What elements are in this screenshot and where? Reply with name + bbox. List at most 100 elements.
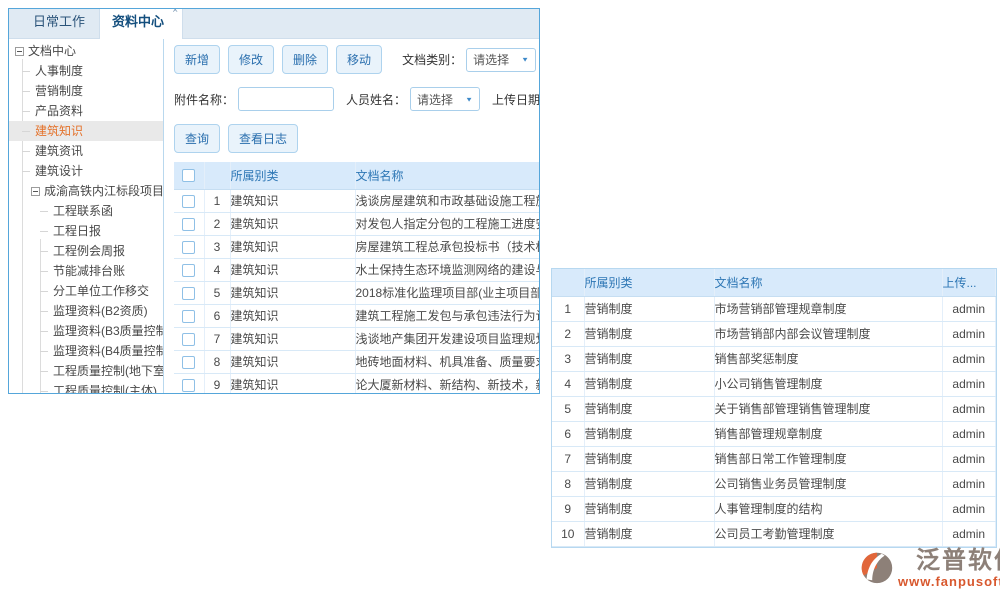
- table-row[interactable]: 3 营销制度 销售部奖惩制度 admin: [552, 346, 996, 371]
- row-checkbox[interactable]: [182, 218, 195, 231]
- attachment-name-input[interactable]: [238, 87, 334, 111]
- row-category: 建筑知识: [230, 235, 355, 258]
- header-checkbox-cell: [174, 162, 204, 189]
- row-checkbox[interactable]: [182, 356, 195, 369]
- tree-item[interactable]: 建筑资讯: [9, 141, 163, 161]
- chevron-down-icon: ▼: [465, 95, 473, 102]
- table-row[interactable]: 2 建筑知识 对发包人指定分包的工程施工进度安排...: [174, 212, 539, 235]
- row-uploader: admin: [942, 346, 996, 371]
- table-row[interactable]: 3 建筑知识 房屋建筑工程总承包投标书（技术标）...: [174, 235, 539, 258]
- row-checkbox-cell: [174, 258, 204, 281]
- tree-item[interactable]: 工程质量控制(地下室): [9, 361, 163, 381]
- tree-item[interactable]: 监理资料(B4质量控制): [9, 341, 163, 361]
- table-row[interactable]: 2 营销制度 市场营销部内部会议管理制度 admin: [552, 321, 996, 346]
- logo-url[interactable]: www.fanpusoft.com: [898, 574, 1000, 589]
- row-doc-name: 对发包人指定分包的工程施工进度安排...: [355, 212, 539, 235]
- doc-category-select[interactable]: 请选择 ▼: [466, 48, 536, 72]
- row-uploader: admin: [942, 396, 996, 421]
- row-checkbox[interactable]: [182, 333, 195, 346]
- row-number: 1: [204, 189, 230, 212]
- doc-category-label: 文档类别：: [402, 51, 462, 68]
- table-row[interactable]: 1 建筑知识 浅谈房屋建筑和市政基础设施工程施工...: [174, 189, 539, 212]
- window-body: 文档中心 人事制度 营销制度 产品资料 建筑知识 建筑资讯 建筑设计 成渝高铁内…: [9, 39, 539, 393]
- table-row[interactable]: 10 营销制度 公司员工考勤管理制度 admin: [552, 521, 996, 546]
- tree-item[interactable]: 建筑设计: [9, 161, 163, 181]
- header-number-cell: [204, 162, 230, 189]
- table-row[interactable]: 6 建筑知识 建筑工程施工发包与承包违法行为认定...: [174, 304, 539, 327]
- row-doc-name: 关于销售部管理销售管理制度: [714, 396, 942, 421]
- tab-bar: 日常工作 资料中心 ×: [9, 9, 539, 39]
- table-row[interactable]: 5 营销制度 关于销售部管理销售管理制度 admin: [552, 396, 996, 421]
- collapse-icon[interactable]: [15, 47, 24, 56]
- tree-item[interactable]: 工程日报: [9, 221, 163, 241]
- tree-item[interactable]: 分工单位工作移交: [9, 281, 163, 301]
- table-row[interactable]: 8 建筑知识 地砖地面材料、机具准备、质量要求及...: [174, 350, 539, 373]
- move-button[interactable]: 移动: [336, 45, 382, 74]
- header-doc-name: 文档名称: [714, 269, 942, 296]
- row-category: 建筑知识: [230, 327, 355, 350]
- row-checkbox[interactable]: [182, 287, 195, 300]
- table-row[interactable]: 4 营销制度 小公司销售管理制度 admin: [552, 371, 996, 396]
- tab-daily-work[interactable]: 日常工作: [19, 8, 99, 38]
- tree-item[interactable]: 工程联系函: [9, 201, 163, 221]
- table-row[interactable]: 4 建筑知识 水土保持生态环境监测网络的建设与资...: [174, 258, 539, 281]
- row-number: 8: [552, 471, 584, 496]
- row-number: 9: [204, 373, 230, 393]
- row-number: 4: [552, 371, 584, 396]
- table-row[interactable]: 1 营销制度 市场营销部管理规章制度 admin: [552, 296, 996, 321]
- row-category: 建筑知识: [230, 189, 355, 212]
- row-number: 8: [204, 350, 230, 373]
- row-checkbox[interactable]: [182, 241, 195, 254]
- table-row[interactable]: 8 营销制度 公司销售业务员管理制度 admin: [552, 471, 996, 496]
- row-doc-name: 地砖地面材料、机具准备、质量要求及...: [355, 350, 539, 373]
- row-category: 营销制度: [584, 346, 714, 371]
- tree-item[interactable]: 节能减排台账: [9, 261, 163, 281]
- row-doc-name: 浅谈地产集团开发建设项目监理规划编...: [355, 327, 539, 350]
- close-icon[interactable]: ×: [172, 8, 178, 16]
- view-log-button[interactable]: 查看日志: [228, 124, 298, 153]
- row-checkbox[interactable]: [182, 264, 195, 277]
- row-checkbox-cell: [174, 212, 204, 235]
- table-row[interactable]: 7 营销制度 销售部日常工作管理制度 admin: [552, 446, 996, 471]
- row-number: 10: [552, 521, 584, 546]
- tree-item-root[interactable]: 文档中心: [9, 41, 163, 61]
- collapse-icon[interactable]: [31, 187, 40, 196]
- row-checkbox[interactable]: [182, 195, 195, 208]
- tree-item-label: 文档中心: [28, 44, 76, 58]
- tree-item-selected[interactable]: 建筑知识: [9, 121, 163, 141]
- query-button[interactable]: 查询: [174, 124, 220, 153]
- tab-data-center[interactable]: 资料中心 ×: [99, 8, 183, 39]
- row-doc-name: 销售部奖惩制度: [714, 346, 942, 371]
- row-checkbox[interactable]: [182, 379, 195, 392]
- add-button[interactable]: 新增: [174, 45, 220, 74]
- person-name-select[interactable]: 请选择 ▼: [410, 87, 480, 111]
- row-category: 营销制度: [584, 521, 714, 546]
- table-row[interactable]: 9 建筑知识 论大厦新材料、新结构、新技术，新工...: [174, 373, 539, 393]
- logo-name: 泛普软件: [916, 548, 1000, 574]
- tab-data-center-label: 资料中心: [112, 14, 164, 29]
- select-all-checkbox[interactable]: [182, 169, 195, 182]
- tree-item[interactable]: 工程例会周报: [9, 241, 163, 261]
- row-checkbox-cell: [174, 304, 204, 327]
- table-row[interactable]: 5 建筑知识 2018标准化监理项目部(业主项目部)人员...: [174, 281, 539, 304]
- row-uploader: admin: [942, 446, 996, 471]
- table-row[interactable]: 7 建筑知识 浅谈地产集团开发建设项目监理规划编...: [174, 327, 539, 350]
- delete-button[interactable]: 删除: [282, 45, 328, 74]
- tree-item-project[interactable]: 成渝高铁内江标段项目: [9, 181, 163, 201]
- row-checkbox[interactable]: [182, 310, 195, 323]
- modify-button[interactable]: 修改: [228, 45, 274, 74]
- tree-item[interactable]: 监理资料(B2资质): [9, 301, 163, 321]
- row-number: 5: [204, 281, 230, 304]
- table-row[interactable]: 9 营销制度 人事管理制度的结构 admin: [552, 496, 996, 521]
- row-uploader: admin: [942, 296, 996, 321]
- tree-item[interactable]: 产品资料: [9, 101, 163, 121]
- tree-item-label: 成渝高铁内江标段项目: [44, 184, 164, 198]
- row-uploader: admin: [942, 321, 996, 346]
- tree-item-clipped[interactable]: 工程质量控制(主体): [9, 381, 163, 393]
- row-number: 6: [552, 421, 584, 446]
- tree-item[interactable]: 人事制度: [9, 61, 163, 81]
- tree-item[interactable]: 营销制度: [9, 81, 163, 101]
- row-category: 营销制度: [584, 321, 714, 346]
- tree-item[interactable]: 监理资料(B3质量控制): [9, 321, 163, 341]
- table-row[interactable]: 6 营销制度 销售部管理规章制度 admin: [552, 421, 996, 446]
